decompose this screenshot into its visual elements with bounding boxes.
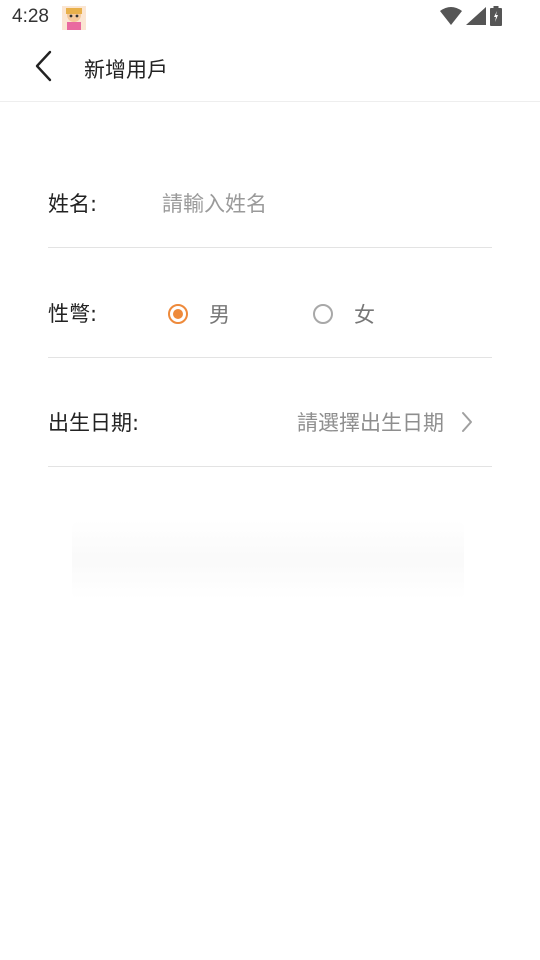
- chevron-left-icon: [34, 50, 54, 86]
- gender-male-radio[interactable]: 男: [168, 297, 230, 331]
- name-label: 姓名:: [48, 192, 98, 216]
- radio-checked-icon: [168, 304, 188, 324]
- name-input[interactable]: [162, 187, 482, 221]
- gender-male-label: 男: [209, 303, 230, 327]
- page-title: 新增用戶: [84, 58, 168, 82]
- gender-label: 性彆:: [48, 302, 98, 326]
- gender-female-radio[interactable]: 女: [313, 297, 375, 331]
- status-bar: 4:28: [0, 0, 540, 36]
- birthdate-row: 出生日期: 請選擇出生日期: [48, 356, 492, 467]
- faint-background-card: [72, 520, 464, 600]
- wifi-icon: [440, 7, 462, 29]
- app-avatar-icon: [62, 6, 86, 30]
- birthdate-label: 出生日期:: [48, 411, 140, 435]
- status-icons: [440, 6, 502, 30]
- birthdate-placeholder: 請選擇出生日期: [297, 411, 444, 435]
- gender-row: 性彆: 男 女: [48, 247, 492, 358]
- back-button[interactable]: [24, 46, 64, 90]
- gender-female-label: 女: [354, 303, 375, 327]
- radio-unchecked-icon: [313, 304, 333, 324]
- birthdate-picker[interactable]: 請選擇出生日期: [297, 404, 474, 440]
- battery-icon: [490, 6, 502, 30]
- toolbar: 新增用戶: [0, 36, 540, 102]
- status-time: 4:28: [12, 6, 49, 27]
- chevron-right-icon: [460, 411, 474, 433]
- signal-icon: [466, 7, 486, 29]
- name-row: 姓名:: [48, 137, 492, 248]
